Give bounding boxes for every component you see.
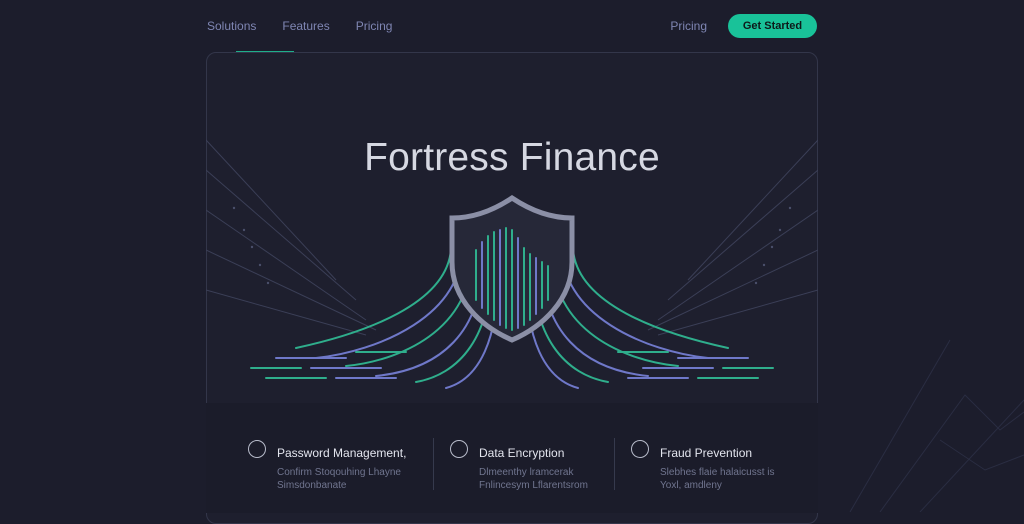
user-lock-icon — [631, 440, 649, 458]
nav-link-pricing-right[interactable]: Pricing — [670, 18, 707, 34]
feature-divider — [614, 438, 615, 490]
feature-divider — [433, 438, 434, 490]
nav-link-solutions[interactable]: Solutions — [207, 18, 256, 34]
primary-nav: Solutions Features Pricing — [207, 18, 392, 34]
feature-description: Confirm Stoqouhing Lhayne Simsdonbanate — [277, 467, 401, 491]
get-started-button[interactable]: Get Started — [728, 14, 817, 38]
nav-link-features[interactable]: Features — [282, 18, 329, 34]
user-lock-icon — [450, 440, 468, 458]
feature-title: Data Encryption — [479, 446, 565, 460]
nav-link-pricing[interactable]: Pricing — [356, 18, 393, 34]
feature-description: Slebhes flaie halaicusst is Yoxl, amdleny — [660, 467, 775, 491]
feature-title: Password Management, — [277, 446, 407, 460]
feature-description: Dlmeenthy lramcerak Fnlincesym Lflarentsr… — [479, 467, 588, 491]
hero-title: Fortress Finance — [364, 136, 660, 179]
user-lock-icon — [248, 440, 266, 458]
secondary-nav: Pricing Get Started — [670, 14, 817, 38]
feature-title: Fraud Prevention — [660, 446, 753, 460]
